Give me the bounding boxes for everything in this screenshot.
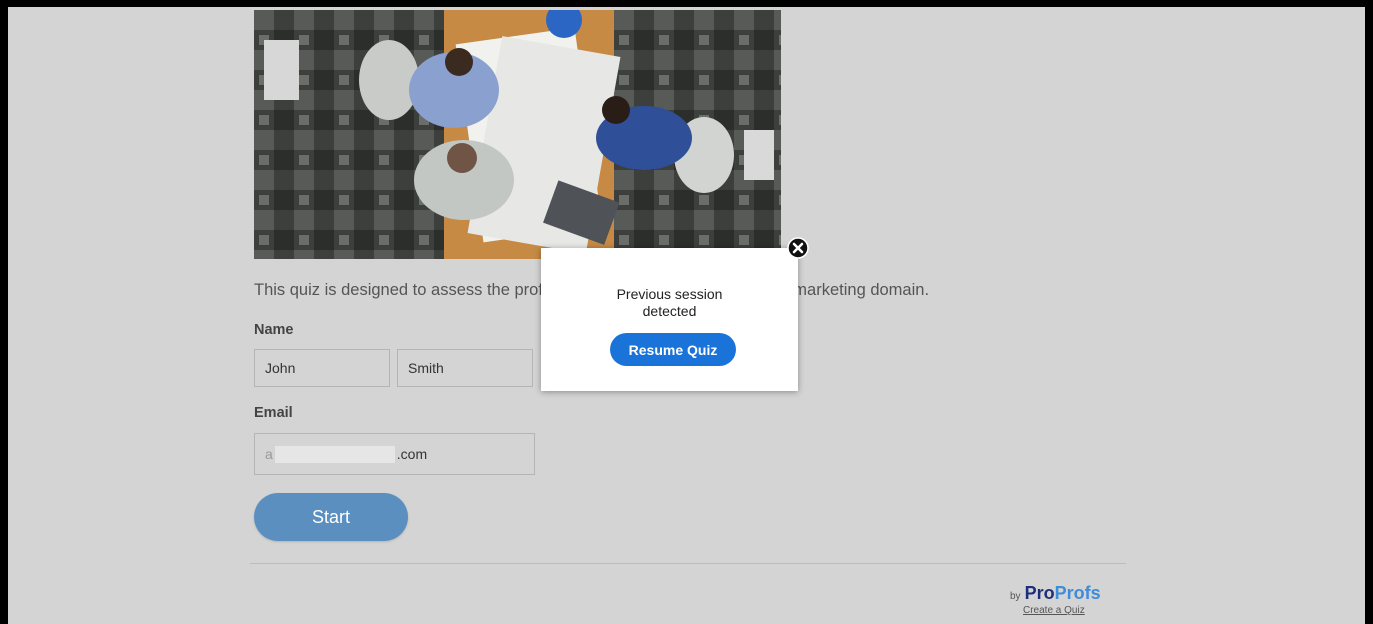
resume-quiz-button[interactable]: Resume Quiz — [610, 333, 736, 366]
name-label: Name — [254, 322, 294, 338]
modal-message-line2: detected — [642, 303, 697, 319]
modal-message-line1: Previous session — [616, 286, 723, 302]
email-label: Email — [254, 405, 293, 421]
last-name-value: Smith — [408, 360, 444, 376]
close-icon[interactable] — [787, 237, 809, 259]
first-name-value: John — [265, 360, 296, 376]
email-prefix: a — [265, 446, 273, 462]
modal-message: Previous session detected — [541, 286, 798, 320]
last-name-input[interactable]: Smith — [397, 349, 533, 387]
brand-by: by — [1010, 591, 1021, 602]
email-suffix: .com — [396, 446, 428, 462]
brand-pro: Pro — [1024, 583, 1055, 603]
create-quiz-link[interactable]: Create a Quiz — [1023, 605, 1085, 616]
email-input[interactable]: a .com — [254, 433, 535, 475]
brand-profs: Profs — [1054, 583, 1101, 603]
proprofs-logo[interactable]: by ProProfs — [1010, 583, 1101, 604]
first-name-input[interactable]: John — [254, 349, 390, 387]
footer-divider — [250, 563, 1126, 564]
resume-session-modal: Previous session detected Resume Quiz — [541, 248, 798, 391]
quiz-cover-image — [254, 10, 781, 259]
start-button[interactable]: Start — [254, 493, 408, 541]
email-redaction — [274, 445, 395, 463]
